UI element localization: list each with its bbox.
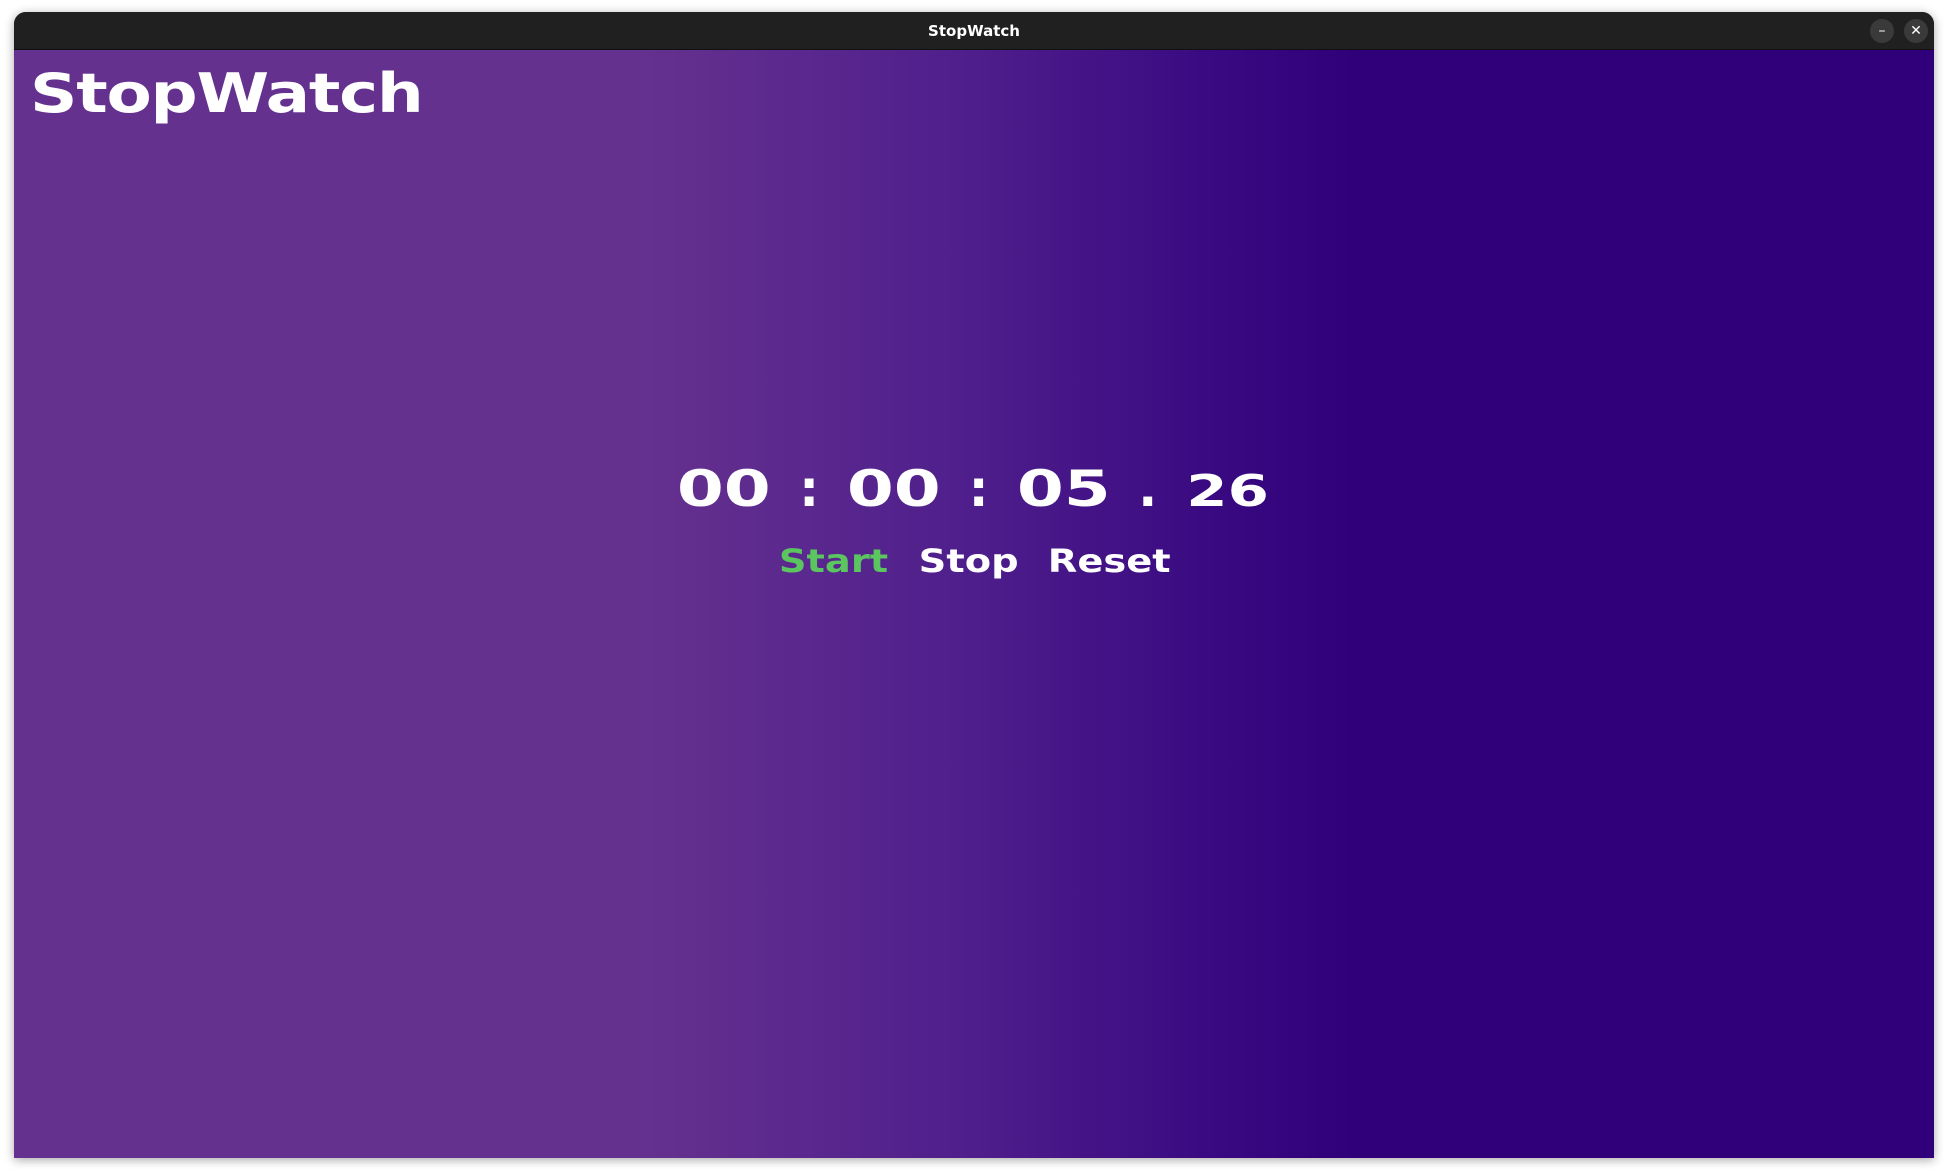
minimize-button[interactable]: –	[1870, 19, 1894, 43]
app-content: StopWatch 00 : 00 : 05 . 26 Start Stop R…	[14, 50, 1934, 1158]
app-title: StopWatch	[30, 62, 424, 125]
timer-minutes: 00	[846, 460, 941, 518]
timer-display: 00 : 00 : 05 . 26	[14, 460, 1934, 518]
close-button[interactable]: ✕	[1904, 19, 1928, 43]
timer-separator-colon: :	[799, 460, 820, 518]
reset-button[interactable]: Reset	[1048, 542, 1171, 580]
minimize-icon: –	[1878, 23, 1886, 39]
timer-separator-dot: .	[1138, 460, 1158, 518]
start-button[interactable]: Start	[779, 542, 888, 580]
app-window: StopWatch – ✕ StopWatch 00 : 00 : 05 . 2…	[14, 12, 1934, 1158]
timer-controls: Start Stop Reset	[14, 542, 1934, 580]
timer-hours: 00	[677, 460, 772, 518]
timer-centiseconds: 26	[1186, 466, 1270, 517]
timer-separator-colon: :	[968, 460, 989, 518]
title-bar[interactable]: StopWatch – ✕	[14, 12, 1934, 50]
timer-seconds: 05	[1016, 460, 1111, 518]
close-icon: ✕	[1910, 23, 1922, 39]
window-title: StopWatch	[928, 21, 1020, 40]
stop-button[interactable]: Stop	[918, 542, 1018, 580]
